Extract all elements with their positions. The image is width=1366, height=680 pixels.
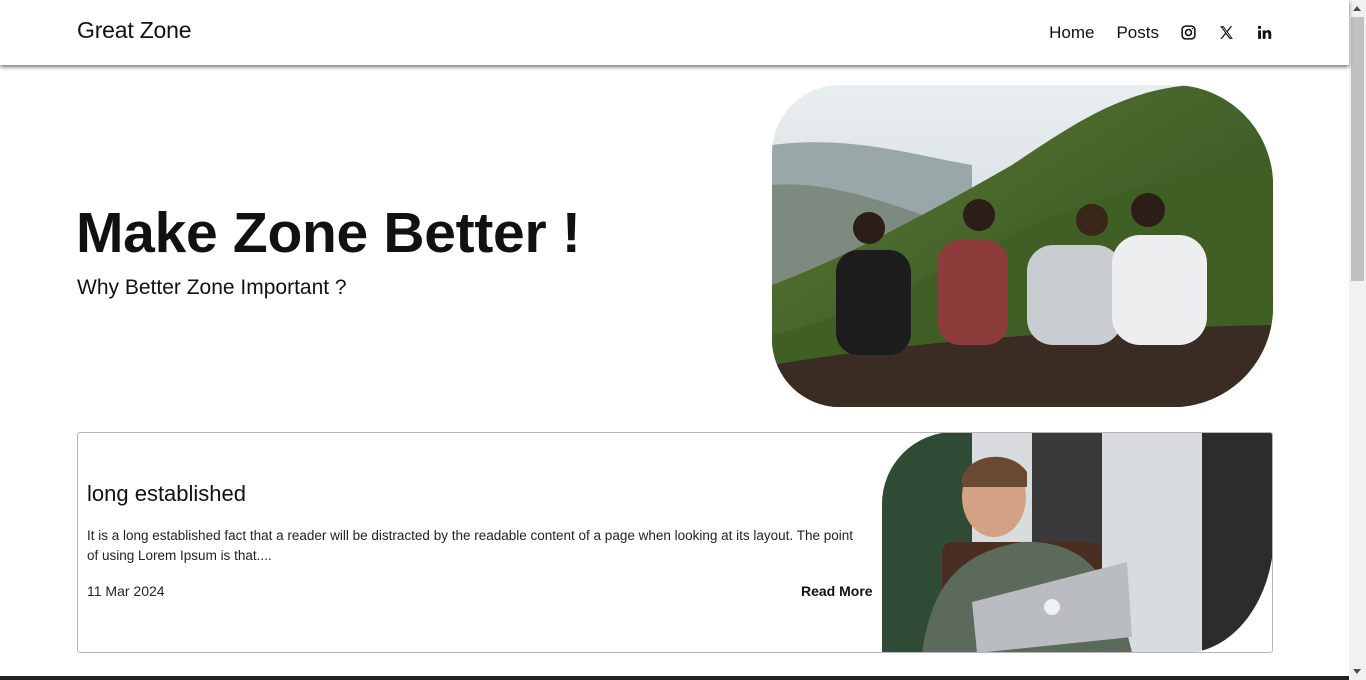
- brand-logo[interactable]: Great Zone: [77, 17, 192, 44]
- post-image: [882, 433, 1272, 652]
- x-icon[interactable]: [1218, 24, 1235, 41]
- nav-links: Home Posts: [1049, 0, 1273, 65]
- hero-subtitle: Why Better Zone Important ?: [77, 276, 347, 299]
- next-row-edge: [0, 676, 1349, 680]
- post-title[interactable]: long established: [87, 481, 246, 507]
- hero-title: Make Zone Better !: [76, 201, 581, 265]
- linkedin-icon[interactable]: [1256, 24, 1273, 41]
- nav-home-link[interactable]: Home: [1049, 23, 1094, 43]
- scrollbar-thumb[interactable]: [1351, 17, 1364, 281]
- post-date: 11 Mar 2024: [87, 583, 165, 599]
- page-scrollbar[interactable]: [1349, 0, 1366, 680]
- post-card[interactable]: long established It is a long establishe…: [77, 432, 1273, 653]
- hero-image: [772, 85, 1273, 407]
- scroll-down-arrow-icon[interactable]: [1353, 669, 1361, 674]
- nav-posts-link[interactable]: Posts: [1116, 23, 1159, 43]
- instagram-icon[interactable]: [1180, 24, 1197, 41]
- navbar: Great Zone Home Posts: [0, 0, 1349, 65]
- post-excerpt: It is a long established fact that a rea…: [87, 528, 853, 563]
- scroll-up-arrow-icon[interactable]: [1353, 6, 1361, 11]
- read-more-link[interactable]: Read More: [801, 583, 873, 599]
